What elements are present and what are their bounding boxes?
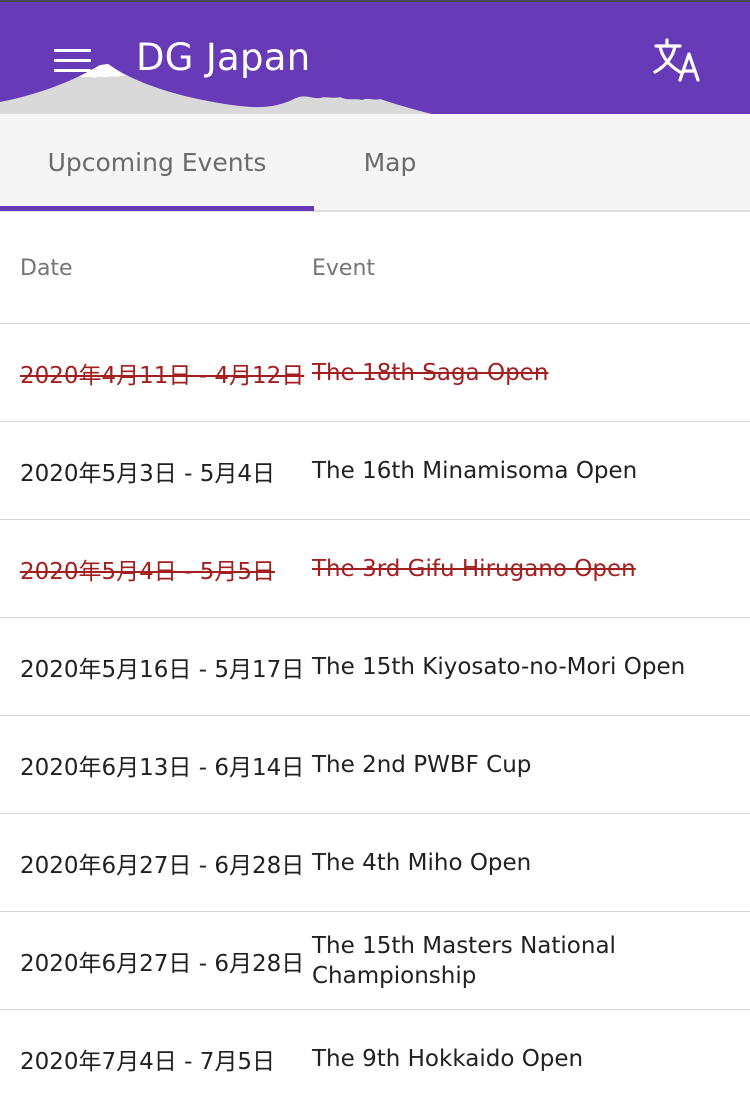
event-name: The 4th Miho Open <box>312 849 532 876</box>
event-name: The 9th Hokkaido Open <box>312 1045 584 1072</box>
table-row[interactable]: 2020年5月16日 - 5月17日 The 15th Kiyosato-no-… <box>0 618 750 716</box>
tab-upcoming-events[interactable]: Upcoming Events <box>0 114 314 210</box>
event-date: 2020年5月4日 - 5月5日 <box>20 558 275 585</box>
event-date: 2020年6月27日 - 6月28日 <box>20 852 305 879</box>
event-date: 2020年4月11日 - 4月12日 <box>20 362 305 389</box>
event-name: The 15th Kiyosato-no-Mori Open <box>312 653 686 680</box>
event-date: 2020年5月3日 - 5月4日 <box>20 460 275 487</box>
table-row[interactable]: 2020年4月11日 - 4月12日 The 18th Saga Open <box>0 324 750 422</box>
tab-bar: Upcoming Events Map <box>0 114 750 212</box>
event-date: 2020年6月27日 - 6月28日 <box>20 950 305 977</box>
mount-fuji-illustration <box>0 64 432 114</box>
table-row[interactable]: 2020年6月13日 - 6月14日 The 2nd PWBF Cup <box>0 716 750 814</box>
active-tab-indicator <box>0 206 314 211</box>
tab-map[interactable]: Map <box>314 114 466 210</box>
table-row[interactable]: 2020年7月4日 - 7月5日 The 9th Hokkaido Open <box>0 1010 750 1107</box>
app-title: DG Japan <box>136 36 311 79</box>
column-header-event: Event <box>312 256 376 281</box>
events-table: Date Event 2020年4月11日 - 4月12日 The 18th S… <box>0 212 750 1107</box>
hamburger-menu-icon <box>53 48 91 52</box>
app-bar: DG Japan <box>0 0 750 114</box>
translate-button[interactable] <box>650 34 706 90</box>
table-row[interactable]: 2020年5月4日 - 5月5日 The 3rd Gifu Hirugano O… <box>0 520 750 618</box>
table-row[interactable]: 2020年5月3日 - 5月4日 The 16th Minamisoma Ope… <box>0 422 750 520</box>
event-date: 2020年6月13日 - 6月14日 <box>20 754 305 781</box>
event-name: The 18th Saga Open <box>312 359 549 386</box>
translate-icon <box>653 38 700 82</box>
event-name: The 15th Masters National Championship <box>312 932 616 989</box>
event-name: The 16th Minamisoma Open <box>312 457 638 484</box>
column-header-date: Date <box>20 256 73 281</box>
event-name: The 3rd Gifu Hirugano Open <box>312 555 636 582</box>
event-name: The 2nd PWBF Cup <box>312 751 532 778</box>
event-date: 2020年5月16日 - 5月17日 <box>20 656 305 683</box>
table-header: Date Event <box>0 212 750 324</box>
table-row[interactable]: 2020年6月27日 - 6月28日 The 4th Miho Open <box>0 814 750 912</box>
menu-button[interactable] <box>48 40 96 80</box>
event-date: 2020年7月4日 - 7月5日 <box>20 1048 275 1075</box>
table-row[interactable]: 2020年6月27日 - 6月28日 The 15th Masters Nati… <box>0 912 750 1010</box>
